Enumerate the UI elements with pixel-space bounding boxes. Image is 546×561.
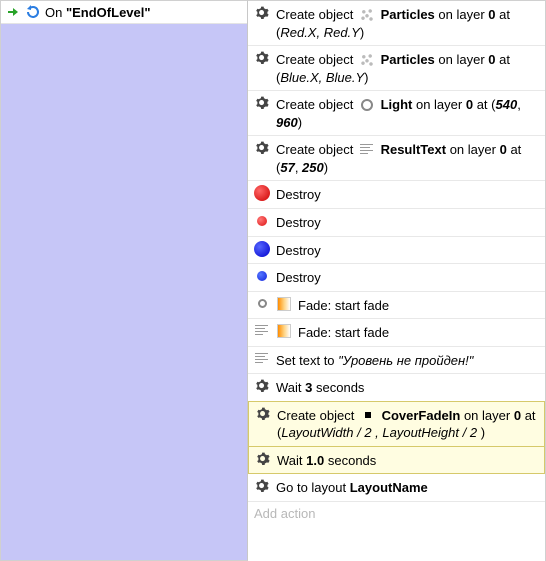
gear-icon <box>255 451 271 467</box>
action-destroy-big-blue[interactable]: Destroy <box>248 237 545 265</box>
gear-icon <box>255 406 271 422</box>
big-blue-circle-icon <box>254 241 270 257</box>
small-red-circle-icon <box>254 213 270 229</box>
action-text: Create object Particles on layer 0 at (R… <box>276 5 539 41</box>
action-create-coverfadein[interactable]: Create object CoverFadeIn on layer 0 at … <box>248 401 545 447</box>
conditions-column: On "EndOfLevel" <box>0 0 248 561</box>
action-text: Fade: start fade <box>298 323 539 342</box>
action-create-particles-blue[interactable]: Create object Particles on layer 0 at (B… <box>248 46 545 91</box>
action-fade-text[interactable]: Fade: start fade <box>248 319 545 347</box>
gear-icon <box>254 50 270 66</box>
text-icon <box>254 351 270 367</box>
action-destroy-small-blue[interactable]: Destroy <box>248 264 545 292</box>
big-red-circle-icon <box>254 185 270 201</box>
action-destroy-big-red[interactable]: Destroy <box>248 181 545 209</box>
action-create-particles-red[interactable]: Create object Particles on layer 0 at (R… <box>248 1 545 46</box>
function-arrow-icon <box>5 4 21 20</box>
action-text: Wait 1.0 seconds <box>277 451 538 470</box>
gear-icon <box>254 95 270 111</box>
condition-row[interactable]: On "EndOfLevel" <box>1 1 247 24</box>
action-text: Create object ResultText on layer 0 at (… <box>276 140 539 176</box>
action-set-text[interactable]: Set text to "Уровень не пройден!" <box>248 347 545 375</box>
action-create-light[interactable]: Create object Light on layer 0 at (540, … <box>248 91 545 136</box>
action-text: Destroy <box>276 241 539 260</box>
gear-icon <box>254 140 270 156</box>
action-text: Destroy <box>276 185 539 204</box>
event-sheet: On "EndOfLevel" Create object Particles … <box>0 0 546 561</box>
text-icon <box>254 323 270 339</box>
action-text: Create object CoverFadeIn on layer 0 at … <box>277 406 538 442</box>
action-wait-3[interactable]: Wait 3 seconds <box>248 374 545 402</box>
small-ring-icon <box>254 296 270 312</box>
particles-icon <box>359 7 375 23</box>
action-create-resulttext[interactable]: Create object ResultText on layer 0 at (… <box>248 136 545 181</box>
actions-column: Create object Particles on layer 0 at (R… <box>248 0 546 561</box>
action-destroy-small-red[interactable]: Destroy <box>248 209 545 237</box>
action-text: Fade: start fade <box>298 296 539 315</box>
fade-gradient-icon <box>276 296 292 312</box>
action-text: Create object Light on layer 0 at (540, … <box>276 95 539 131</box>
conditions-body[interactable] <box>1 24 247 560</box>
action-goto-layout[interactable]: Go to layout LayoutName <box>248 474 545 502</box>
black-square-icon <box>360 407 376 423</box>
action-text: Create object Particles on layer 0 at (B… <box>276 50 539 86</box>
particles-icon <box>359 52 375 68</box>
small-blue-circle-icon <box>254 268 270 284</box>
add-action-link[interactable]: Add action <box>248 502 545 525</box>
action-wait-1[interactable]: Wait 1.0 seconds <box>248 446 545 475</box>
action-text: Wait 3 seconds <box>276 378 539 397</box>
action-text: Go to layout LayoutName <box>276 478 539 497</box>
fade-gradient-icon <box>276 323 292 339</box>
gear-icon <box>254 5 270 21</box>
condition-text: On "EndOfLevel" <box>45 5 151 20</box>
action-text: Destroy <box>276 213 539 232</box>
gear-icon <box>254 478 270 494</box>
refresh-icon <box>25 4 41 20</box>
action-fade-ring[interactable]: Fade: start fade <box>248 292 545 320</box>
gear-icon <box>254 378 270 394</box>
action-text: Set text to "Уровень не пройден!" <box>276 351 539 370</box>
action-text: Destroy <box>276 268 539 287</box>
text-icon <box>359 142 375 158</box>
ring-icon <box>359 97 375 113</box>
